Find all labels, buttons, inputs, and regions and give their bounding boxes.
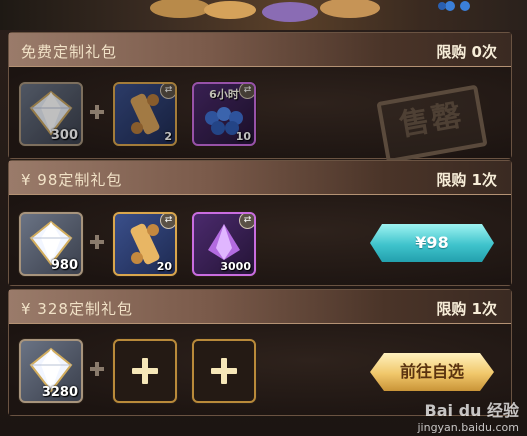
swap-icon[interactable]: ⇄	[239, 84, 254, 99]
purchase-limit: 限购 1次	[436, 171, 497, 189]
item-quantity: 2	[164, 130, 172, 143]
add-icon	[211, 358, 237, 384]
top-treasure-icon	[150, 0, 470, 22]
plus-icon	[90, 362, 104, 376]
item-quantity: 300	[50, 128, 78, 143]
plus-icon	[90, 235, 104, 249]
item-slot-scroll[interactable]: ⇄ 20	[113, 212, 177, 276]
watermark-brand: Bai du 经验	[424, 401, 519, 420]
item-slot-diamond[interactable]: 300	[19, 82, 83, 146]
panel-body: 300 ⇄ 2 6小时 ⇄ 10 售罄	[9, 67, 511, 164]
sold-out-stamp: 售罄	[376, 84, 488, 164]
item-slot-diamond[interactable]: 980	[19, 212, 83, 276]
panel-title: ¥ 98定制礼包	[21, 171, 123, 189]
gift-pack-panel-98: ¥ 98定制礼包 限购 1次 980 ⇄ 20 ⇄ 3000 ¥98	[8, 160, 512, 286]
purchase-limit: 限购 0次	[436, 43, 497, 61]
buy-button[interactable]: ¥98	[370, 224, 494, 262]
item-quantity: 980	[50, 258, 78, 273]
swap-icon[interactable]: ⇄	[160, 214, 175, 229]
game-shop-screen: 免费定制礼包 限购 0次 300 ⇄ 2 6小时 ⇄ 10 售罄 ¥ 98定制礼…	[0, 0, 527, 436]
purchase-limit: 限购 1次	[436, 300, 497, 318]
watermark-url: jingyan.baidu.com	[417, 421, 519, 434]
panel-body: 980 ⇄ 20 ⇄ 3000 ¥98	[9, 195, 511, 285]
watermark: Bai du 经验 jingyan.baidu.com	[417, 397, 519, 434]
panel-header: ¥ 98定制礼包 限购 1次	[9, 161, 511, 195]
item-slot-orbs[interactable]: 6小时 ⇄ 10	[192, 82, 256, 146]
gift-pack-panel-free: 免费定制礼包 限购 0次 300 ⇄ 2 6小时 ⇄ 10 售罄	[8, 32, 512, 164]
panel-header: ¥ 328定制礼包 限购 1次	[9, 290, 511, 324]
item-slot-crystal[interactable]: ⇄ 3000	[192, 212, 256, 276]
swap-icon[interactable]: ⇄	[239, 214, 254, 229]
panel-title: 免费定制礼包	[21, 43, 118, 61]
item-slot-scroll[interactable]: ⇄ 2	[113, 82, 177, 146]
go-select-button[interactable]: 前往自选	[370, 353, 494, 391]
empty-slot-select[interactable]	[192, 339, 256, 403]
panel-title: ¥ 328定制礼包	[21, 300, 133, 318]
plus-icon	[90, 105, 104, 119]
item-quantity: 10	[235, 130, 251, 143]
swap-icon[interactable]: ⇄	[160, 84, 175, 99]
top-decor-strip	[0, 0, 527, 30]
item-quantity: 20	[156, 260, 172, 273]
add-icon	[132, 358, 158, 384]
item-slot-diamond[interactable]: 3280	[19, 339, 83, 403]
item-quantity: 3280	[41, 385, 78, 400]
panel-header: 免费定制礼包 限购 0次	[9, 33, 511, 67]
item-quantity: 3000	[220, 260, 251, 273]
empty-slot-select[interactable]	[113, 339, 177, 403]
